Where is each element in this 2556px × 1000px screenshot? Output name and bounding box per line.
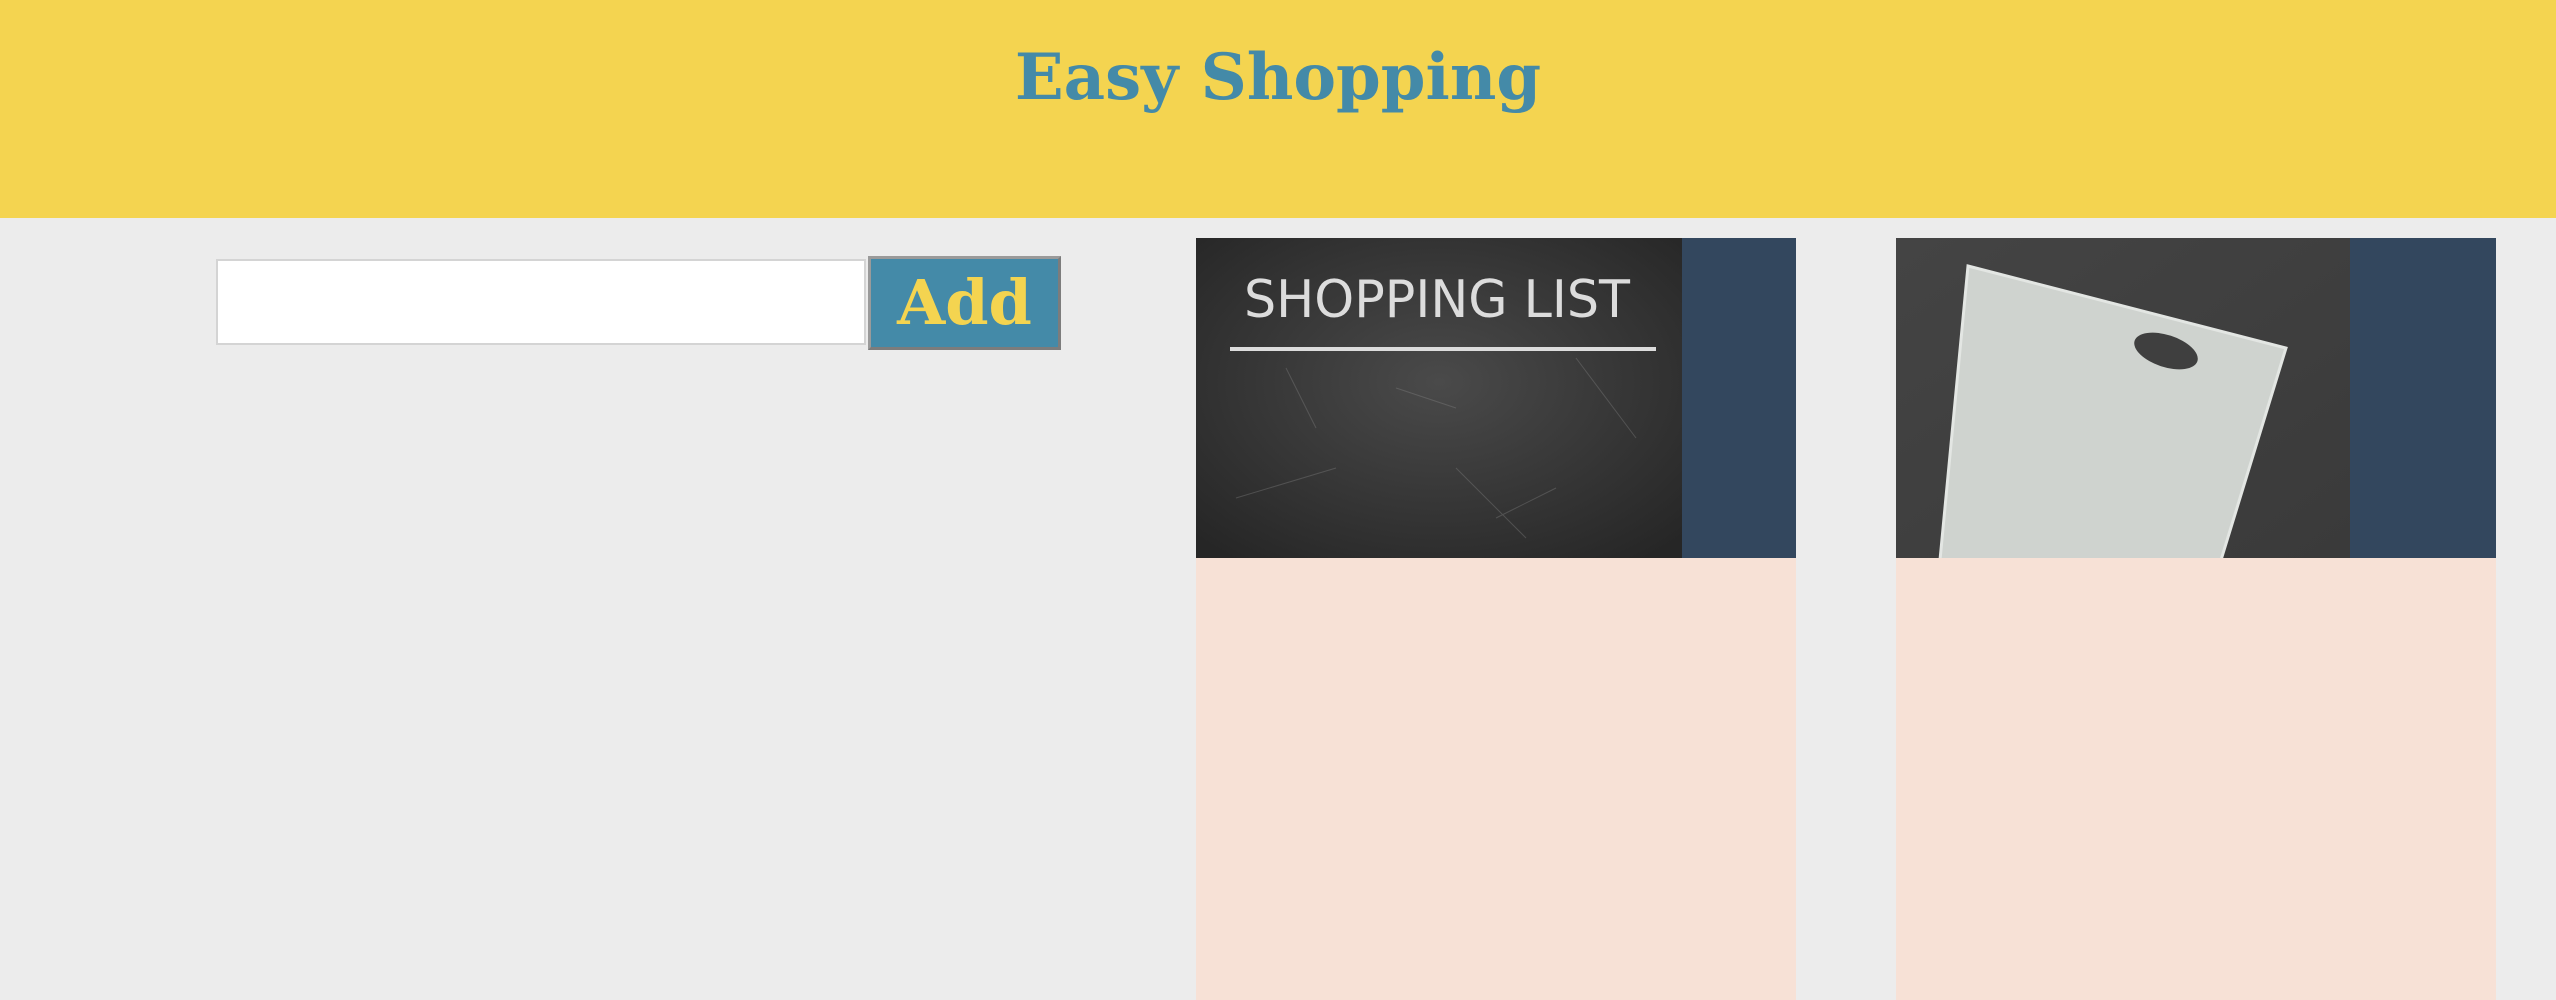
item-input[interactable] bbox=[216, 259, 866, 345]
add-button[interactable]: Add bbox=[868, 256, 1061, 350]
page-title: Easy Shopping bbox=[1014, 40, 1542, 115]
page-header: Easy Shopping bbox=[0, 0, 2556, 218]
card-shopping-bag bbox=[1896, 238, 2496, 1000]
shopping-bag-image bbox=[1896, 238, 2496, 558]
chalkboard-text: SHOPPING LIST bbox=[1244, 270, 1630, 330]
chalkboard-image: SHOPPING LIST bbox=[1196, 238, 1796, 558]
card-shopping-list: SHOPPING LIST bbox=[1196, 238, 1796, 1000]
